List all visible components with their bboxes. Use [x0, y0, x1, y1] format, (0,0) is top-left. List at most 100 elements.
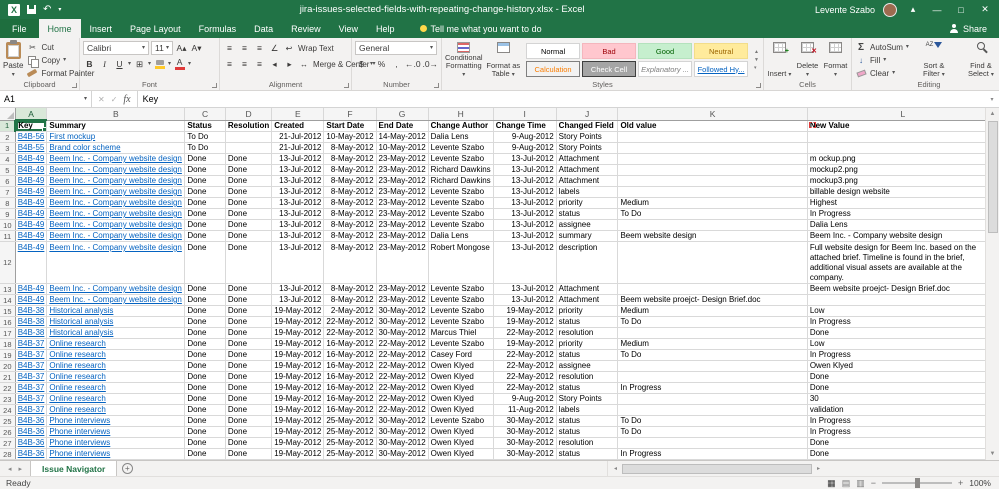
- align-right-button[interactable]: ≡: [253, 58, 266, 71]
- cell-L17[interactable]: Done: [807, 327, 999, 339]
- cell-J9[interactable]: status: [556, 208, 619, 220]
- cell-E11[interactable]: 13-Jul-2012: [271, 230, 325, 242]
- cell-G19[interactable]: 22-May-2012: [376, 349, 429, 361]
- cell-K8[interactable]: Medium: [617, 197, 808, 209]
- cell-B21[interactable]: Online research: [46, 371, 186, 383]
- close-button[interactable]: ✕: [977, 4, 993, 15]
- cell-J19[interactable]: status: [556, 349, 619, 361]
- increase-decimal-button[interactable]: ←.0: [405, 58, 421, 71]
- zoom-slider-thumb[interactable]: [914, 478, 920, 488]
- row-header-17[interactable]: 17: [0, 327, 16, 339]
- row-header-25[interactable]: 25: [0, 415, 16, 427]
- row-header-2[interactable]: 2: [0, 131, 16, 143]
- cell-F21[interactable]: 16-May-2012: [323, 371, 377, 383]
- cell-C10[interactable]: Done: [184, 219, 226, 231]
- cell-G5[interactable]: 23-May-2012: [376, 164, 429, 176]
- cell-G21[interactable]: 22-May-2012: [376, 371, 429, 383]
- cell-E24[interactable]: 19-May-2012: [271, 404, 325, 416]
- cell-J3[interactable]: Story Points: [556, 142, 619, 154]
- cell-D12[interactable]: Done: [225, 241, 273, 284]
- cell-B5[interactable]: Beem Inc. - Company website design: [46, 164, 186, 176]
- cell-D3[interactable]: [225, 142, 273, 154]
- row-header-21[interactable]: 21: [0, 371, 16, 383]
- cell-H4[interactable]: Levente Szabo: [428, 153, 494, 165]
- cell-F6[interactable]: 8-May-2012: [323, 175, 377, 187]
- cell-C9[interactable]: Done: [184, 208, 226, 220]
- cell-B23[interactable]: Online research: [46, 393, 186, 405]
- cell-C18[interactable]: Done: [184, 338, 226, 350]
- cell-C8[interactable]: Done: [184, 197, 226, 209]
- cell-A2[interactable]: B4B-56: [15, 131, 48, 143]
- cell-A6[interactable]: B4B-49: [15, 175, 48, 187]
- cell-B12[interactable]: Beem Inc. - Company website design: [46, 241, 186, 284]
- cell-K14[interactable]: Beem website proejct- Design Brief.doc: [617, 294, 808, 306]
- row-header-5[interactable]: 5: [0, 164, 16, 176]
- cell-L14[interactable]: [807, 294, 999, 306]
- cell-A26[interactable]: B4B-36: [15, 426, 48, 438]
- cell-B9[interactable]: Beem Inc. - Company website design: [46, 208, 186, 220]
- cell-G15[interactable]: 30-May-2012: [376, 305, 429, 317]
- cell-C12[interactable]: Done: [184, 241, 226, 284]
- cell-H26[interactable]: Owen Klyed: [428, 426, 494, 438]
- cell-F17[interactable]: 22-May-2012: [323, 327, 377, 339]
- cell-F4[interactable]: 8-May-2012: [323, 153, 377, 165]
- cell-H29[interactable]: Owen Klyed: [428, 459, 494, 460]
- cell-J14[interactable]: Attachment: [556, 294, 619, 306]
- cell-style-check-cell[interactable]: Check Cell: [582, 61, 637, 77]
- cell-H13[interactable]: Levente Szabo: [428, 283, 494, 295]
- cell-G12[interactable]: 23-May-2012: [376, 241, 429, 284]
- cell-H2[interactable]: Dalia Lens: [428, 131, 494, 143]
- cell-H21[interactable]: Owen Klyed: [428, 371, 494, 383]
- cell-I18[interactable]: 19-May-2012: [493, 338, 557, 350]
- cell-E3[interactable]: 21-Jul-2012: [271, 142, 325, 154]
- cell-J22[interactable]: status: [556, 382, 619, 394]
- normal-view-icon[interactable]: ▦: [827, 478, 836, 488]
- cell-L2[interactable]: [807, 131, 999, 143]
- align-center-button[interactable]: ≡: [238, 58, 251, 71]
- formula-input[interactable]: Key: [138, 91, 985, 107]
- cell-G29[interactable]: 30-May-2012: [376, 459, 429, 460]
- scroll-up-icon[interactable]: ▲: [986, 108, 999, 120]
- cell-I4[interactable]: 13-Jul-2012: [493, 153, 557, 165]
- cell-B24[interactable]: Online research: [46, 404, 186, 416]
- cell-A11[interactable]: B4B-49: [15, 230, 48, 242]
- cell-F2[interactable]: 10-May-2012: [323, 131, 377, 143]
- cell-F14[interactable]: 8-May-2012: [323, 294, 377, 306]
- comma-style-button[interactable]: ,: [390, 58, 403, 71]
- cell-F12[interactable]: 8-May-2012: [323, 241, 377, 284]
- page-break-view-icon[interactable]: ▥: [856, 478, 865, 488]
- cell-F19[interactable]: 16-May-2012: [323, 349, 377, 361]
- cell-style-explanatory-[interactable]: Explanatory ...: [638, 61, 693, 77]
- dropdown-icon[interactable]: ▾: [188, 61, 191, 67]
- cell-D9[interactable]: Done: [225, 208, 273, 220]
- vertical-scroll-thumb[interactable]: [987, 121, 998, 233]
- cell-H8[interactable]: Levente Szabo: [428, 197, 494, 209]
- cell-K4[interactable]: [617, 153, 808, 165]
- cell-D21[interactable]: Done: [225, 371, 273, 383]
- cell-B17[interactable]: Historical analysis: [46, 327, 186, 339]
- cell-L29[interactable]: In Progress: [807, 459, 999, 460]
- cell-K12[interactable]: [617, 241, 808, 284]
- tab-data[interactable]: Data: [245, 19, 282, 38]
- accounting-format-button[interactable]: $: [355, 58, 368, 71]
- cell-K9[interactable]: To Do: [617, 208, 808, 220]
- scroll-right-icon[interactable]: ▸: [812, 465, 825, 472]
- cell-I25[interactable]: 30-May-2012: [493, 415, 557, 427]
- cell-L16[interactable]: In Progress: [807, 316, 999, 328]
- cell-I13[interactable]: 13-Jul-2012: [493, 283, 557, 295]
- cell-C20[interactable]: Done: [184, 360, 226, 372]
- cell-I7[interactable]: 13-Jul-2012: [493, 186, 557, 198]
- cell-B11[interactable]: Beem Inc. - Company website design: [46, 230, 186, 242]
- cell-A10[interactable]: B4B-49: [15, 219, 48, 231]
- cell-A3[interactable]: B4B-55: [15, 142, 48, 154]
- save-icon[interactable]: [27, 5, 36, 14]
- number-format-combo[interactable]: General ▾: [355, 41, 437, 55]
- cell-E29[interactable]: 19-May-2012: [271, 459, 325, 460]
- cell-F11[interactable]: 8-May-2012: [323, 230, 377, 242]
- cell-F3[interactable]: 8-May-2012: [323, 142, 377, 154]
- dropdown-icon[interactable]: ▾: [128, 61, 131, 67]
- cell-E21[interactable]: 19-May-2012: [271, 371, 325, 383]
- cell-K16[interactable]: To Do: [617, 316, 808, 328]
- insert-cells-button[interactable]: + Insert ▾: [767, 40, 792, 80]
- col-header-J[interactable]: J: [556, 108, 619, 121]
